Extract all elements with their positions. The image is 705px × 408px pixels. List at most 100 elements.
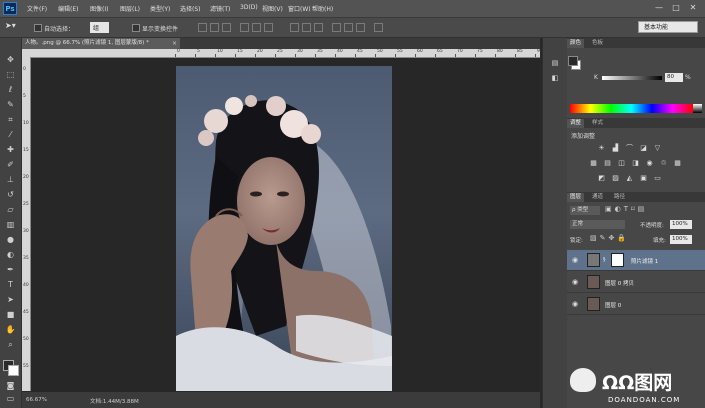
maximize-icon[interactable]: □ [669, 2, 683, 13]
align-bottom-icon[interactable] [222, 23, 231, 32]
align-right-icon[interactable] [264, 23, 273, 32]
menu-filter[interactable]: 滤镜(T) [210, 4, 230, 13]
blend-mode-dropdown[interactable]: 正常 [570, 220, 625, 229]
color-value-input[interactable]: 80 [665, 73, 683, 82]
path-select-icon[interactable]: ➤ [5, 294, 16, 305]
layer-mask-thumbnail[interactable] [611, 253, 624, 267]
menu-edit[interactable]: 编辑(E) [58, 4, 78, 13]
hue-sat-icon[interactable]: ▤ [603, 159, 612, 168]
properties-panel-icon[interactable]: ◧ [550, 73, 560, 83]
align-hcenter-icon[interactable] [252, 23, 261, 32]
menu-file[interactable]: 文件(F) [27, 4, 47, 13]
align-left-icon[interactable] [240, 23, 249, 32]
tab-channels[interactable]: 通道 [589, 193, 606, 202]
invert-icon[interactable]: ◩ [597, 174, 606, 183]
vibrance-icon[interactable]: ▦ [589, 159, 598, 168]
brush-icon[interactable]: ✐ [5, 159, 16, 170]
clone-stamp-icon[interactable]: ⊥ [5, 174, 16, 185]
history-panel-icon[interactable]: ▤ [550, 58, 560, 68]
threshold-icon[interactable]: ◭ [625, 174, 634, 183]
visibility-eye-icon[interactable]: ◉ [572, 278, 580, 286]
lasso-icon[interactable]: ℓ [5, 84, 16, 95]
auto-select-dropdown[interactable]: 组 [90, 22, 110, 33]
photo-filter-icon[interactable]: ◉ [645, 159, 654, 168]
document-image[interactable] [176, 66, 392, 391]
dodge-icon[interactable]: ◐ [5, 249, 16, 260]
curves-icon[interactable]: ⌒ [625, 144, 634, 153]
tab-adjustments[interactable]: 调整 [567, 119, 585, 128]
close-tab-icon[interactable]: × [172, 38, 180, 49]
gradient-triangle-icon[interactable]: ▽ [653, 144, 662, 153]
distribute-left-icon[interactable] [332, 23, 341, 32]
color-balance-icon[interactable]: ◫ [617, 159, 626, 168]
healing-icon[interactable]: ✚ [5, 144, 16, 155]
layer-filter-icons[interactable]: ▣◐T⌑▤ [605, 205, 647, 213]
tab-layers[interactable]: 图层 [567, 193, 585, 202]
visibility-eye-icon[interactable]: ◉ [572, 256, 580, 264]
show-transform-checkbox[interactable] [132, 24, 140, 32]
type-icon[interactable]: T [5, 279, 16, 290]
tab-swatches[interactable]: 色板 [589, 39, 606, 48]
minimize-icon[interactable]: — [652, 2, 666, 13]
menu-select[interactable]: 选择(S) [180, 4, 201, 13]
lock-icons[interactable]: ▨✎✥🔒 [590, 234, 629, 242]
menu-image[interactable]: 图像(I) [90, 4, 108, 13]
workspace-dropdown[interactable]: 基本功能 [638, 21, 698, 33]
brightness-icon[interactable]: ☀ [597, 144, 606, 153]
menu-help[interactable]: 帮助(H) [312, 4, 333, 13]
posterize-icon[interactable]: ▨ [611, 174, 620, 183]
move-tool-preset-icon[interactable]: ➤▾ [5, 21, 16, 30]
zoom-level[interactable]: 66.67% [26, 397, 47, 403]
menu-layer[interactable]: 图层(L) [120, 4, 140, 13]
distribute-vcenter-icon[interactable] [302, 23, 311, 32]
color-spectrum-gray[interactable] [693, 104, 702, 113]
layer-row[interactable]: ◉ § 照片滤镜 1 [567, 250, 705, 271]
marquee-icon[interactable]: ⬚ [5, 69, 16, 80]
bw-icon[interactable]: ◨ [631, 159, 640, 168]
quick-select-icon[interactable]: ✎ [5, 99, 16, 110]
history-brush-icon[interactable]: ↺ [5, 189, 16, 200]
eraser-icon[interactable]: ▱ [5, 204, 16, 215]
exposure-icon[interactable]: ◪ [639, 144, 648, 153]
move-icon[interactable]: ✥ [5, 54, 16, 65]
auto-align-icon[interactable] [374, 23, 383, 32]
quick-mask-icon[interactable]: ◙ [5, 380, 16, 391]
crop-icon[interactable]: ⌗ [5, 114, 16, 125]
layer-row[interactable]: ◉ 图层 0 [567, 294, 705, 315]
zoom-icon[interactable]: ⌕ [5, 339, 16, 350]
fill-input[interactable]: 100% [670, 235, 692, 244]
eyedropper-icon[interactable]: ⁄ [5, 129, 16, 140]
pen-icon[interactable]: ✒ [5, 264, 16, 275]
channel-mixer-icon[interactable]: ♲ [659, 159, 668, 168]
visibility-eye-icon[interactable]: ◉ [572, 300, 580, 308]
tab-color[interactable]: 颜色 [567, 39, 585, 48]
distribute-top-icon[interactable] [290, 23, 299, 32]
document-tab[interactable]: 人物。.png @ 66.7% (照片滤镜 1, 图层蒙版/8) * [22, 38, 180, 49]
distribute-hcenter-icon[interactable] [344, 23, 353, 32]
layer-row[interactable]: ◉ 图层 0 拷贝 [567, 272, 705, 293]
color-fg-swatch[interactable] [568, 56, 578, 66]
layer-filter-dropdown[interactable]: ρ 类型 [570, 206, 600, 215]
mask-link-icon[interactable]: § [603, 257, 606, 263]
gradient-map-icon[interactable]: ▭ [653, 174, 662, 183]
screen-mode-icon[interactable]: ▭ [5, 393, 16, 404]
menu-window[interactable]: 窗口(W) [288, 4, 311, 13]
levels-icon[interactable]: ▟ [611, 144, 620, 153]
distribute-right-icon[interactable] [356, 23, 365, 32]
color-spectrum[interactable] [570, 104, 693, 113]
gradient-icon[interactable]: ▥ [5, 219, 16, 230]
distribute-bottom-icon[interactable] [314, 23, 323, 32]
menu-type[interactable]: 类型(Y) [150, 4, 170, 13]
selective-color-icon[interactable]: ▣ [639, 174, 648, 183]
tab-styles[interactable]: 样式 [589, 119, 606, 128]
tab-paths[interactable]: 路径 [611, 193, 628, 202]
shape-icon[interactable]: ■ [5, 309, 16, 320]
align-top-icon[interactable] [198, 23, 207, 32]
menu-view[interactable]: 视图(V) [262, 4, 283, 13]
align-vcenter-icon[interactable] [210, 23, 219, 32]
close-icon[interactable]: ✕ [686, 2, 700, 13]
color-lookup-icon[interactable]: ▦ [673, 159, 682, 168]
auto-select-checkbox[interactable] [34, 24, 42, 32]
background-color-swatch[interactable] [8, 365, 19, 376]
blur-icon[interactable]: ● [5, 234, 16, 245]
